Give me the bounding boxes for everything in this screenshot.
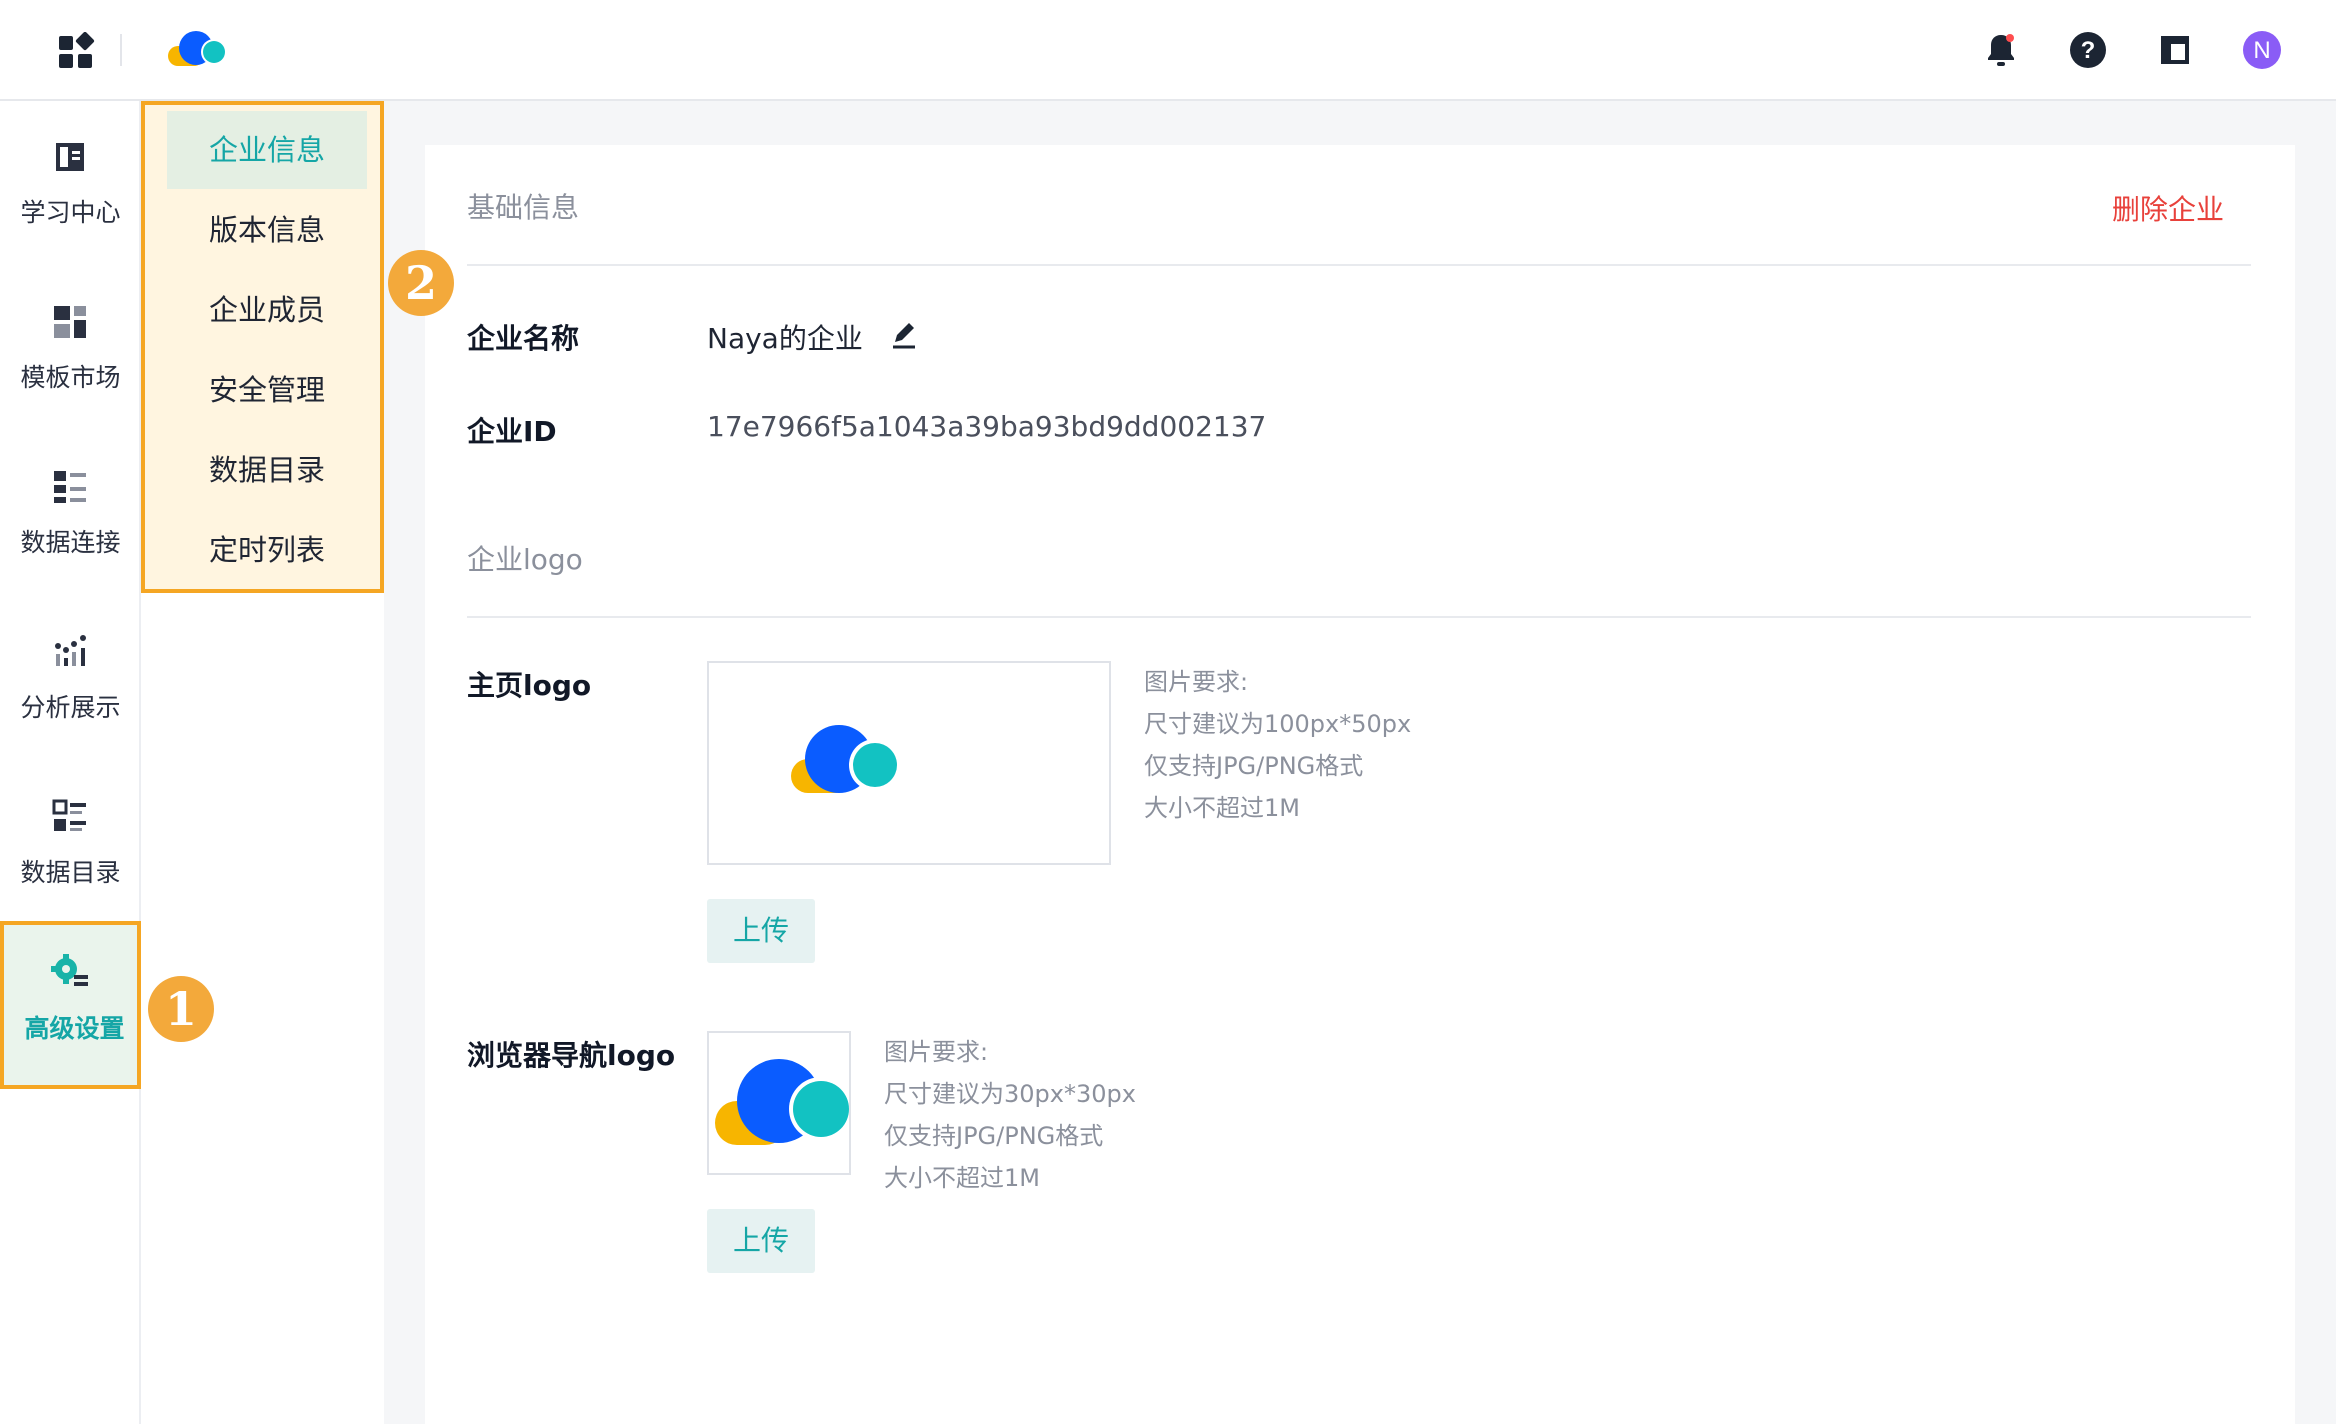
- notification-bell-icon[interactable]: [1981, 30, 2021, 70]
- company-id-value: 17e7966f5a1043a39ba93bd9dd002137: [707, 410, 1267, 443]
- requirement-line: 仅支持JPG/PNG格式: [884, 1122, 1104, 1150]
- nav-logo-preview: [707, 1031, 851, 1175]
- divider: [467, 616, 2251, 618]
- template-icon: [54, 306, 86, 338]
- connection-icon: [54, 471, 86, 503]
- company-name-label: 企业名称: [467, 322, 580, 355]
- nav-logo-label: 浏览器导航logo: [467, 1039, 676, 1072]
- submenu-item-security[interactable]: 安全管理: [167, 351, 367, 429]
- requirement-line: 大小不超过1M: [1144, 794, 1300, 822]
- requirement-line: 图片要求:: [884, 1038, 989, 1066]
- edit-icon[interactable]: [889, 320, 919, 350]
- submenu-item-members[interactable]: 企业成员: [167, 271, 367, 349]
- brand-logo-icon: [791, 725, 901, 793]
- home-logo-label: 主页logo: [467, 669, 592, 702]
- top-bar: ? N: [0, 0, 2336, 101]
- rail-label: 高级设置: [24, 1014, 125, 1043]
- home-logo-preview: [707, 661, 1111, 865]
- rail-item-data-connection[interactable]: 数据连接: [0, 439, 141, 589]
- step-badge-2: 2: [388, 250, 454, 316]
- requirement-line: 尺寸建议为100px*50px: [1144, 710, 1412, 738]
- rail-item-analysis[interactable]: 分析展示: [0, 604, 141, 754]
- requirement-line: 大小不超过1M: [884, 1164, 1040, 1192]
- catalog-icon: [52, 799, 86, 831]
- section-title-logo: 企业logo: [467, 543, 583, 576]
- section-title-basic: 基础信息: [467, 191, 580, 224]
- rail-label: 学习中心: [20, 198, 121, 227]
- rail-item-templates[interactable]: 模板市场: [0, 274, 141, 424]
- rail-item-catalog[interactable]: 数据目录: [0, 769, 141, 919]
- step-badge-1: 1: [148, 976, 214, 1042]
- divider: [467, 264, 2251, 266]
- delete-company-link[interactable]: 删除企业: [2112, 188, 2224, 228]
- chart-icon: [55, 635, 86, 666]
- rail-item-advanced-settings[interactable]: 高级设置: [0, 921, 141, 1089]
- submenu-item-company-info[interactable]: 企业信息: [167, 111, 367, 189]
- settings-icon: [51, 954, 88, 986]
- layout-icon[interactable]: [2155, 30, 2195, 70]
- brand-logo-icon: [715, 1059, 849, 1145]
- icon-rail: 学习中心 模板市场 数据连接 分析展示 数据目录 高级设置: [0, 101, 141, 1424]
- help-icon[interactable]: ?: [2068, 30, 2108, 70]
- brand-logo-icon[interactable]: [166, 28, 232, 70]
- company-name-value: Naya的企业: [707, 322, 863, 355]
- rail-label: 分析展示: [20, 693, 121, 722]
- avatar[interactable]: N: [2242, 30, 2282, 70]
- submenu-item-version-info[interactable]: 版本信息: [167, 191, 367, 269]
- home-logo-requirements: 图片要求: 尺寸建议为100px*50px 仅支持JPG/PNG格式 大小不超过…: [1144, 661, 1411, 829]
- rail-label: 数据目录: [20, 858, 121, 887]
- rail-label: 数据连接: [20, 528, 121, 557]
- company-id-label: 企业ID: [467, 415, 557, 448]
- rail-label: 模板市场: [20, 363, 121, 392]
- requirement-line: 尺寸建议为30px*30px: [884, 1080, 1136, 1108]
- submenu-item-schedule-list[interactable]: 定时列表: [167, 511, 367, 589]
- svg-text:N: N: [2253, 37, 2270, 64]
- svg-text:?: ?: [2081, 37, 2096, 64]
- book-icon: [56, 143, 84, 171]
- rail-item-learning[interactable]: 学习中心: [0, 109, 141, 259]
- nav-logo-requirements: 图片要求: 尺寸建议为30px*30px 仅支持JPG/PNG格式 大小不超过1…: [884, 1031, 1136, 1199]
- requirement-line: 图片要求:: [1144, 668, 1249, 696]
- upload-nav-logo-button[interactable]: 上传: [707, 1209, 815, 1273]
- apps-grid-icon[interactable]: [57, 32, 95, 70]
- settings-submenu: 企业信息 版本信息 企业成员 安全管理 数据目录 定时列表: [141, 101, 384, 1424]
- upload-home-logo-button[interactable]: 上传: [707, 899, 815, 963]
- submenu-item-data-catalog[interactable]: 数据目录: [167, 431, 367, 509]
- requirement-line: 仅支持JPG/PNG格式: [1144, 752, 1364, 780]
- submenu-highlight-box: 企业信息 版本信息 企业成员 安全管理 数据目录 定时列表: [141, 101, 384, 593]
- topbar-separator: [120, 34, 122, 66]
